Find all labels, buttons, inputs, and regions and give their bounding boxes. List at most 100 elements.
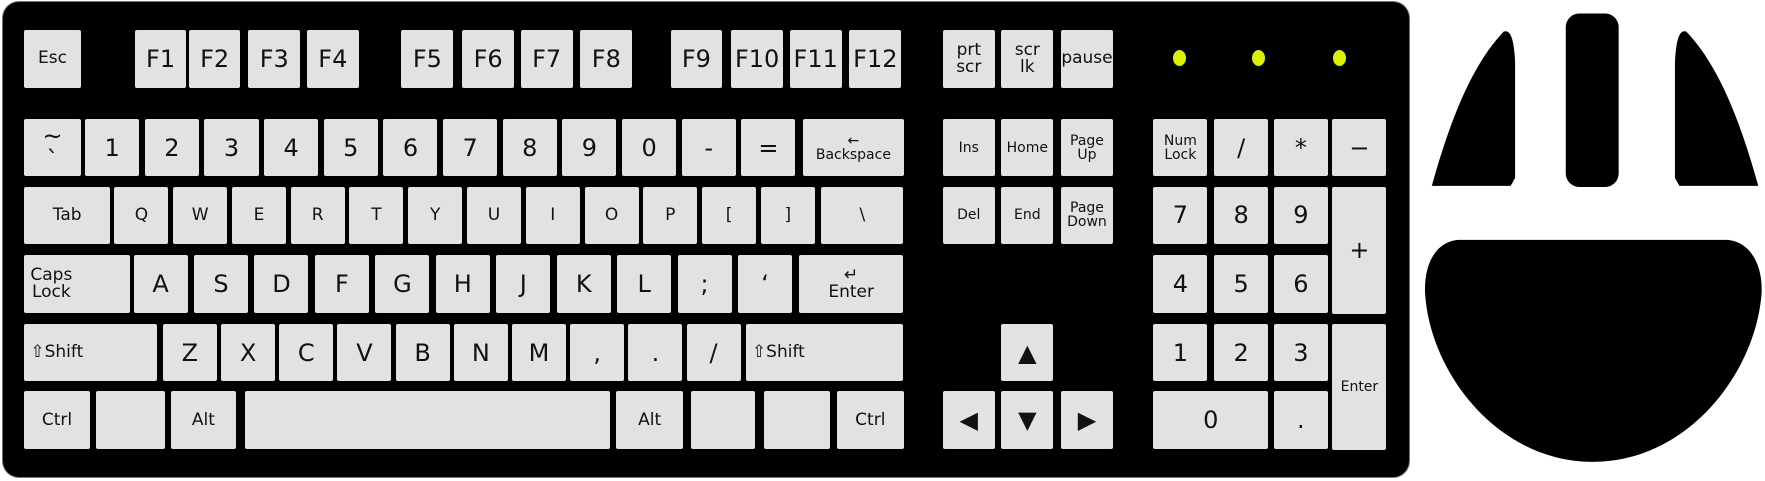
key-n[interactable]: N [453, 323, 508, 382]
key-3[interactable]: 3 [204, 119, 259, 177]
key-symbol[interactable]: ▶ [1061, 391, 1113, 449]
key-q[interactable]: Q [114, 186, 169, 244]
key-w[interactable]: W [173, 186, 228, 244]
key-f1[interactable]: F1 [134, 30, 187, 88]
key-esc[interactable]: Esc [24, 30, 81, 88]
key-l[interactable]: L [617, 255, 672, 313]
key-symbol[interactable]: ; [677, 255, 732, 313]
key-f8[interactable]: F8 [580, 30, 633, 88]
key-symbol[interactable]: [ [702, 186, 757, 244]
key-j[interactable]: J [496, 255, 551, 313]
key-f3[interactable]: F3 [248, 30, 301, 88]
key-b[interactable]: B [395, 323, 450, 382]
key-enter[interactable]: ↵ Enter [798, 255, 904, 313]
key-symbol[interactable]: * [1273, 119, 1328, 177]
key-a[interactable]: A [133, 255, 188, 313]
key-5[interactable]: 5 [1214, 255, 1269, 313]
key-k[interactable]: K [556, 255, 611, 313]
key-pause[interactable]: pause [1061, 30, 1113, 88]
key-symbol[interactable]: ‘ [738, 255, 793, 313]
key-5[interactable]: 5 [323, 119, 378, 177]
key-blank[interactable] [763, 391, 831, 449]
key-r[interactable]: R [290, 186, 345, 244]
key-f7[interactable]: F7 [520, 30, 573, 88]
key-2[interactable]: 2 [1214, 323, 1269, 382]
key-page-up[interactable]: Page Up [1061, 119, 1113, 177]
key-symbol[interactable]: ] [760, 186, 815, 244]
key-f11[interactable]: F11 [789, 30, 842, 88]
key-backspace[interactable]: ← Backspace [803, 119, 904, 177]
key-d[interactable]: D [254, 255, 309, 313]
key-enter[interactable]: Enter [1332, 323, 1387, 450]
key-symbol[interactable]: . [628, 323, 683, 382]
key-symbol[interactable]: ◀ [942, 391, 995, 449]
key-symbol[interactable]: ▲ [1001, 323, 1054, 382]
key-6[interactable]: 6 [383, 119, 438, 177]
key-4[interactable]: 4 [1153, 255, 1208, 313]
key-m[interactable]: M [512, 323, 567, 382]
key-f6[interactable]: F6 [462, 30, 515, 88]
key-blank[interactable] [245, 391, 610, 449]
key-e[interactable]: E [231, 186, 286, 244]
key-0[interactable]: 0 [622, 119, 677, 177]
key-t[interactable]: T [349, 186, 404, 244]
mouse-middle-button[interactable] [1565, 13, 1619, 187]
key-num-lock[interactable]: Num Lock [1153, 119, 1208, 177]
key-p[interactable]: P [643, 186, 698, 244]
key-page-down[interactable]: Page Down [1061, 186, 1113, 244]
key-blank[interactable] [96, 391, 166, 449]
key-symbol[interactable]: ▼ [1001, 391, 1054, 449]
key-tab[interactable]: Tab [24, 186, 110, 244]
key-6[interactable]: 6 [1273, 255, 1328, 313]
key-caps-lock[interactable]: Caps Lock [24, 255, 131, 313]
key-alt[interactable]: Alt [170, 391, 236, 449]
key-x[interactable]: X [221, 323, 276, 382]
key-o[interactable]: O [584, 186, 639, 244]
key-home[interactable]: Home [1001, 119, 1054, 177]
mouse-right-button[interactable] [1674, 31, 1759, 186]
key-shift[interactable]: ⇧Shift [24, 323, 158, 382]
key-symbol[interactable]: = [741, 119, 796, 177]
key-ins[interactable]: Ins [942, 119, 995, 177]
key-symbol[interactable]: , [570, 323, 625, 382]
key-symbol[interactable]: - [681, 119, 736, 177]
key-symbol[interactable]: / [1214, 119, 1269, 177]
key-f4[interactable]: F4 [306, 30, 359, 88]
key-s[interactable]: S [194, 255, 249, 313]
mouse-left-button[interactable] [1431, 31, 1516, 186]
key-4[interactable]: 4 [264, 119, 319, 177]
key-9[interactable]: 9 [1273, 186, 1328, 244]
key-symbol[interactable]: \ [821, 186, 904, 244]
key-f[interactable]: F [314, 255, 369, 313]
key-0[interactable]: 0 [1153, 391, 1269, 449]
key-f2[interactable]: F2 [188, 30, 241, 88]
key-i[interactable]: I [525, 186, 580, 244]
key-prt-scr[interactable]: prt scr [942, 30, 995, 88]
key-7[interactable]: 7 [443, 119, 498, 177]
key-1[interactable]: 1 [85, 119, 140, 177]
key-f9[interactable]: F9 [670, 30, 723, 88]
key-end[interactable]: End [1001, 186, 1054, 244]
key-shift[interactable]: ⇧Shift [745, 323, 904, 382]
key-g[interactable]: G [375, 255, 430, 313]
key-3[interactable]: 3 [1273, 323, 1328, 382]
key-ctrl[interactable]: Ctrl [837, 391, 904, 449]
key-1[interactable]: 1 [1153, 323, 1208, 382]
key-v[interactable]: V [337, 323, 392, 382]
key-2[interactable]: 2 [144, 119, 199, 177]
key-8[interactable]: 8 [1214, 186, 1269, 244]
key-9[interactable]: 9 [562, 119, 617, 177]
key-symbol[interactable]: − [1332, 119, 1387, 177]
key-y[interactable]: Y [408, 186, 463, 244]
key-z[interactable]: Z [162, 323, 217, 382]
key-scr-lk[interactable]: scr lk [1001, 30, 1054, 88]
key-h[interactable]: H [435, 255, 490, 313]
key-symbol[interactable]: . [1273, 391, 1328, 449]
key-symbol[interactable]: + [1332, 186, 1387, 314]
key-c[interactable]: C [279, 323, 334, 382]
key-u[interactable]: U [466, 186, 521, 244]
key-alt[interactable]: Alt [616, 391, 683, 449]
key-symbol[interactable]: / [686, 323, 741, 382]
key-blank[interactable] [690, 391, 755, 449]
key-ctrl[interactable]: Ctrl [24, 391, 90, 449]
